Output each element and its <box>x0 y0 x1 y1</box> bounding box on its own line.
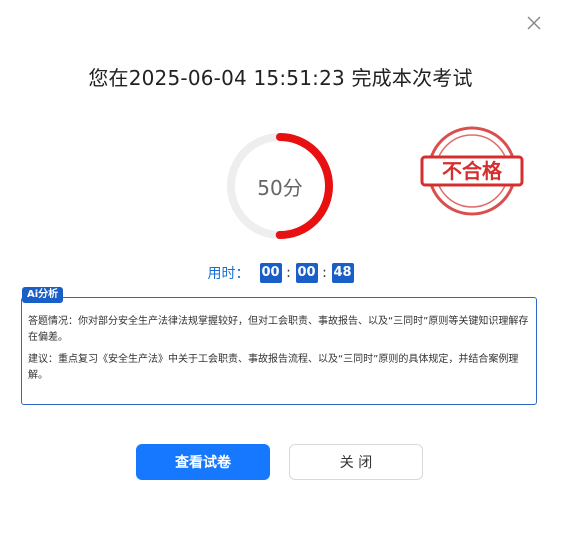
close-button[interactable]: 关 闭 <box>289 444 423 480</box>
score-value: 50分 <box>257 175 303 200</box>
dialog-title: 您在2025-06-04 15:51:23 完成本次考试 <box>88 66 473 90</box>
stamp-label: 不合格 <box>442 159 503 183</box>
time-separator: : <box>322 265 327 281</box>
elapsed-time: 用时： 00 : 00 : 48 <box>0 263 561 283</box>
time-seconds: 48 <box>331 263 354 283</box>
analysis-summary: 答题情况：你对部分安全生产法律法规掌握较好，但对工会职责、事故报告、以及“三同时… <box>28 316 529 343</box>
time-label: 用时： <box>207 266 250 282</box>
analysis-suggestion: 建议：重点复习《安全生产法》中关于工会职责、事故报告流程、以及“三同时”原则的具… <box>28 354 519 381</box>
time-hours: 00 <box>259 263 282 283</box>
time-minutes: 00 <box>295 263 318 283</box>
exam-result-dialog: 您在2025-06-04 15:51:23 完成本次考试 50分 不合格 用时：… <box>0 0 561 534</box>
view-paper-button[interactable]: 查看试卷 <box>136 444 270 480</box>
ai-analysis-tag: Ai分析 <box>22 287 64 303</box>
time-separator: : <box>286 265 291 281</box>
close-icon[interactable] <box>525 14 543 32</box>
fail-stamp: 不合格 <box>420 126 524 216</box>
ai-analysis-box: 答题情况：你对部分安全生产法律法规掌握较好，但对工会职责、事故报告、以及“三同时… <box>21 297 537 405</box>
